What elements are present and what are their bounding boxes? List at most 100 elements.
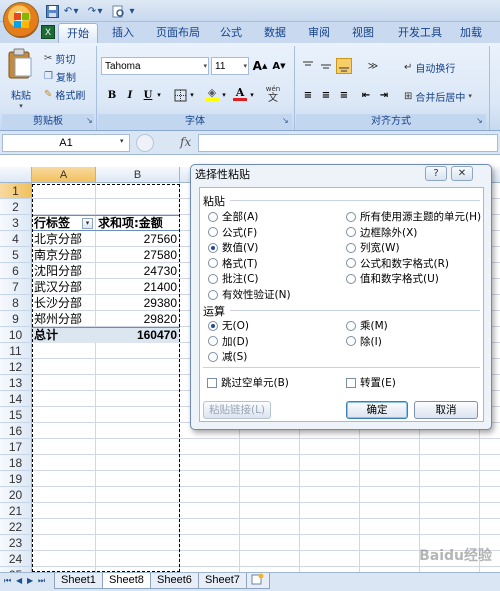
row-header[interactable]: 16 — [0, 423, 32, 439]
row-header[interactable]: 21 — [0, 503, 32, 519]
paste-dropdown-icon[interactable]: ▾ — [6, 102, 36, 110]
redo-dropdown-icon[interactable]: ▾ — [96, 3, 104, 19]
font-launcher-icon[interactable]: ↘ — [282, 116, 289, 125]
print-preview-icon[interactable] — [110, 3, 126, 19]
row-header[interactable]: 8 — [0, 295, 32, 311]
row-header[interactable]: 17 — [0, 439, 32, 455]
grow-font-button[interactable]: A ▲ — [252, 58, 268, 74]
radio-option[interactable]: 乘(M) — [346, 318, 388, 333]
cancel-button[interactable]: 取消 — [414, 401, 478, 419]
row-header[interactable]: 23 — [0, 535, 32, 551]
border-button[interactable] — [172, 87, 188, 103]
select-all-corner[interactable] — [0, 167, 32, 183]
shrink-font-button[interactable]: A ▼ — [271, 58, 287, 74]
close-button[interactable]: ✕ — [451, 166, 473, 181]
radio-option[interactable]: 加(D) — [208, 334, 249, 349]
next-sheet-icon[interactable]: ▶ — [27, 576, 33, 585]
row-header[interactable]: 20 — [0, 487, 32, 503]
phonetic-button[interactable]: wén 文 — [262, 85, 284, 105]
customize-qat-icon[interactable]: ▾ — [128, 3, 136, 19]
tab-home[interactable]: 开始 — [58, 23, 98, 43]
row-header[interactable]: 13 — [0, 375, 32, 391]
row-header[interactable]: 5 — [0, 247, 32, 263]
row-header[interactable]: 10 — [0, 327, 32, 343]
alignment-launcher-icon[interactable]: ↘ — [476, 116, 483, 125]
radio-option[interactable]: 除(I) — [346, 334, 382, 349]
radio-option[interactable]: 减(S) — [208, 349, 247, 364]
row-header[interactable]: 15 — [0, 407, 32, 423]
insert-sheet-button[interactable] — [246, 573, 270, 589]
paste-button[interactable]: 粘贴 ▾ — [6, 48, 36, 110]
font-size-combo[interactable]: 11 ▾ — [211, 57, 249, 75]
row-header[interactable]: 14 — [0, 391, 32, 407]
row-header[interactable]: 6 — [0, 263, 32, 279]
merge-center-button[interactable]: ⊞ 合并后居中 ▾ — [404, 87, 472, 105]
cut-button[interactable]: ✂ 剪切 — [44, 49, 75, 67]
italic-button[interactable]: I — [122, 87, 138, 103]
tab-formulas[interactable]: 公式 — [212, 23, 250, 43]
format-painter-button[interactable]: ✎ 格式刷 — [44, 85, 85, 103]
tab-insert[interactable]: 插入 — [104, 23, 142, 43]
tab-review[interactable]: 审阅 — [300, 23, 338, 43]
row-header[interactable]: 3 — [0, 215, 32, 231]
first-sheet-icon[interactable]: ⏮ — [4, 576, 11, 586]
tab-page-layout[interactable]: 页面布局 — [148, 23, 208, 43]
column-header-b[interactable]: B — [96, 167, 180, 183]
wrap-text-button[interactable]: ↵ 自动换行 — [404, 58, 455, 76]
last-sheet-icon[interactable]: ⏭ — [38, 576, 45, 586]
row-header[interactable]: 12 — [0, 359, 32, 375]
font-color-dropdown-icon[interactable]: ▾ — [248, 87, 256, 103]
decrease-indent-icon[interactable]: ⇤ — [358, 87, 374, 103]
copy-button[interactable]: ❐ 复制 — [44, 67, 76, 85]
formula-input[interactable] — [198, 134, 498, 152]
align-middle-icon[interactable] — [318, 58, 334, 74]
fill-color-button[interactable]: ◈ — [204, 86, 220, 102]
row-header[interactable]: 9 — [0, 311, 32, 327]
align-bottom-icon[interactable] — [336, 58, 352, 74]
sheet-tab-sheet7[interactable]: Sheet7 — [198, 573, 247, 589]
radio-option[interactable]: 数值(V) — [208, 240, 258, 255]
row-header[interactable]: 11 — [0, 343, 32, 359]
row-header[interactable]: 19 — [0, 471, 32, 487]
border-dropdown-icon[interactable]: ▾ — [188, 87, 196, 103]
clipboard-launcher-icon[interactable]: ↘ — [86, 116, 93, 125]
tab-view[interactable]: 视图 — [344, 23, 382, 43]
align-left-icon[interactable]: ≡ — [300, 87, 316, 103]
font-name-combo[interactable]: Tahoma ▾ — [101, 57, 209, 75]
orientation-icon[interactable]: ≫ — [362, 58, 384, 74]
underline-button[interactable]: U — [140, 87, 156, 103]
radio-option[interactable]: 全部(A) — [208, 209, 258, 224]
row-header[interactable]: 24 — [0, 551, 32, 567]
row-header[interactable]: 1 — [0, 183, 32, 199]
skip-blanks-checkbox[interactable]: 跳过空单元(B) — [207, 375, 289, 390]
insert-function-button[interactable]: fx — [180, 135, 191, 149]
name-box-dropdown-icon[interactable]: ▾ — [120, 137, 124, 145]
radio-option[interactable]: 批注(C) — [208, 271, 259, 286]
row-header[interactable]: 4 — [0, 231, 32, 247]
radio-option[interactable]: 公式(F) — [208, 225, 257, 240]
tab-developer[interactable]: 开发工具 — [390, 23, 450, 43]
align-center-icon[interactable]: ≡ — [318, 87, 334, 103]
chevron-down-icon[interactable]: ▾ — [468, 92, 472, 100]
row-header[interactable]: 7 — [0, 279, 32, 295]
sheet-tab-sheet1[interactable]: Sheet1 — [54, 573, 103, 589]
transpose-checkbox[interactable]: 转置(E) — [346, 375, 396, 390]
sheet-tab-sheet8[interactable]: Sheet8 — [102, 573, 151, 589]
row-header[interactable]: 22 — [0, 519, 32, 535]
radio-option[interactable]: 所有使用源主题的单元(H) — [346, 209, 481, 224]
fill-dropdown-icon[interactable]: ▾ — [220, 87, 228, 103]
radio-option[interactable]: 有效性验证(N) — [208, 287, 291, 302]
font-color-button[interactable]: A — [232, 86, 248, 102]
align-right-icon[interactable]: ≡ — [336, 87, 352, 103]
align-top-icon[interactable] — [300, 58, 316, 74]
save-icon[interactable] — [44, 3, 60, 19]
tab-data[interactable]: 数据 — [256, 23, 294, 43]
bold-button[interactable]: B — [104, 87, 120, 103]
tab-addins[interactable]: 加载项 — [452, 23, 500, 59]
radio-option[interactable]: 列宽(W) — [346, 240, 400, 255]
radio-option[interactable]: 边框除外(X) — [346, 225, 417, 240]
radio-option[interactable]: 公式和数字格式(R) — [346, 256, 449, 271]
office-button[interactable] — [3, 2, 39, 38]
name-box[interactable]: A1 — [2, 134, 130, 152]
column-header-a[interactable]: A — [32, 167, 96, 183]
